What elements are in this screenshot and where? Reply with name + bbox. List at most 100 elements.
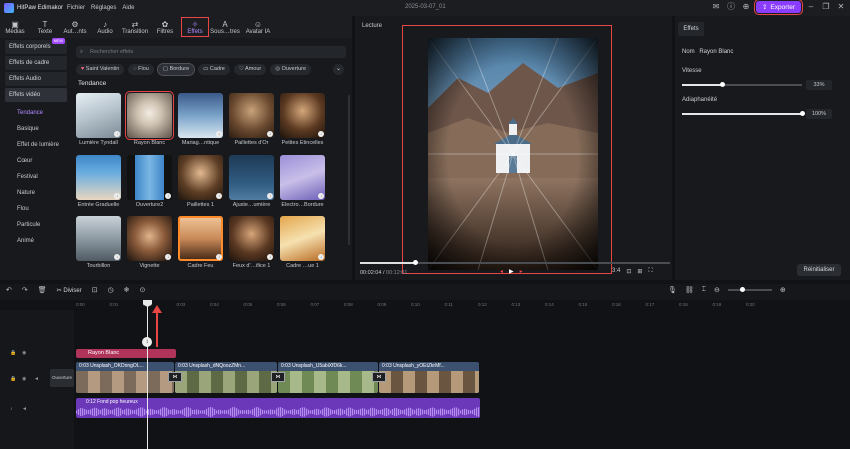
- effect-card-paillettes-dor[interactable]: ↓ Paillettes d'Or: [229, 93, 274, 146]
- transition-marker[interactable]: ⋈: [168, 372, 182, 382]
- eye-icon[interactable]: ◉: [22, 376, 26, 382]
- subcategory-basique[interactable]: Basique: [5, 121, 67, 137]
- transition-ouverture[interactable]: Ouverture: [50, 369, 74, 387]
- grid-icon[interactable]: ⊞: [637, 268, 642, 275]
- menu-aide[interactable]: Aide: [122, 5, 134, 11]
- effect-card-entree-graduelle[interactable]: ↓ Entrée Graduelle: [76, 155, 121, 208]
- opacity-knob[interactable]: [800, 111, 805, 116]
- subcategory-tendance[interactable]: Tendance: [5, 105, 67, 121]
- tool-audio[interactable]: ♪ Audio: [90, 16, 120, 38]
- category-effets-video[interactable]: Effets vidéo: [5, 88, 67, 102]
- audio-clip[interactable]: 0:12 Fond pop heureux: [76, 398, 480, 418]
- playhead[interactable]: [147, 300, 148, 449]
- close-icon[interactable]: ✕: [836, 2, 846, 12]
- prev-frame-icon[interactable]: ◂: [500, 268, 503, 275]
- opacity-slider[interactable]: [682, 111, 805, 116]
- effect-card-cadre-feu[interactable]: ↓ Cadre Feu: [178, 216, 223, 269]
- mic-icon[interactable]: 🎙: [668, 286, 677, 294]
- speed-value[interactable]: 33%: [806, 80, 832, 90]
- transition-marker[interactable]: ⋈: [271, 372, 285, 382]
- link-icon[interactable]: ⛓: [685, 286, 694, 294]
- video-clip[interactable]: 0:03 Unsplash_OKDnngOL...: [76, 362, 174, 393]
- effects-search-input[interactable]: ⌕ Rechercher effets: [76, 46, 346, 58]
- lock-icon[interactable]: 🔒: [10, 350, 16, 356]
- aspect-ratio[interactable]: 3:4: [612, 268, 620, 275]
- category-effets-audio[interactable]: Effets Audio: [5, 72, 67, 86]
- download-icon[interactable]: ⊕: [741, 2, 751, 12]
- play-icon[interactable]: ▶: [509, 268, 514, 275]
- effects-scrollbar[interactable]: [348, 95, 350, 245]
- message-icon[interactable]: ✉: [711, 2, 721, 12]
- effect-card-feux-dartifice-1[interactable]: ↓ Feux d'…ifice 1: [229, 216, 274, 269]
- minimize-icon[interactable]: –: [806, 2, 816, 12]
- menu-fichier[interactable]: Fichier: [67, 5, 85, 11]
- effect-card-paillettes-1[interactable]: ↓ Paillettes 1: [178, 155, 223, 208]
- speed-slider[interactable]: [682, 82, 802, 87]
- export-button[interactable]: ⇪ Exporter: [753, 0, 804, 15]
- tool-sous-titres[interactable]: A Sous…tres: [210, 16, 240, 38]
- effect-card-mariage-romantique[interactable]: ↓ Mariag…ntique: [178, 93, 223, 146]
- lock-icon[interactable]: 🔒: [10, 376, 16, 382]
- tool-filtres[interactable]: ✿ Filtres: [150, 16, 180, 38]
- menu-reglages[interactable]: Réglages: [91, 5, 116, 11]
- fullscreen-icon[interactable]: ⛶: [648, 268, 652, 275]
- timeline-ruler[interactable]: 0:000:010:020:030:040:050:060:070:080:09…: [76, 300, 850, 310]
- subcategory-flou[interactable]: Flou: [5, 201, 67, 217]
- chip-cadre[interactable]: ▭ Cadre: [198, 64, 230, 75]
- effect-card-cadre-1[interactable]: ↓ Cadre …ue 1: [280, 216, 325, 269]
- tool-effets[interactable]: ✧ Effets: [180, 16, 210, 38]
- effect-card-vignette[interactable]: ↓ Vignette: [127, 216, 172, 269]
- reset-button[interactable]: Réinitialiser: [797, 264, 841, 276]
- chip-flou[interactable]: ◌ Flou: [128, 64, 154, 75]
- audio-mute-icon[interactable]: ◄: [34, 376, 39, 382]
- subcategory-anime[interactable]: Animé: [5, 233, 67, 249]
- maximize-icon[interactable]: ❐: [821, 2, 831, 12]
- tool-avatar-ia[interactable]: ☺ Avatar IA: [240, 16, 276, 38]
- effect-card-electro-bordure[interactable]: ↓ Électro…Bordure: [280, 155, 325, 208]
- video-clip[interactable]: 0:03 Unsplash_yOEtZkrMf...: [379, 362, 479, 393]
- video-clip[interactable]: 0:03 Unsplash_U5abiXfD6k...: [278, 362, 378, 393]
- tab-effets[interactable]: Effets: [678, 22, 704, 36]
- crop-icon[interactable]: ⊡: [626, 268, 631, 275]
- progress-knob[interactable]: [413, 260, 418, 265]
- volume-icon[interactable]: ◄: [22, 406, 27, 412]
- chip-ouverture[interactable]: ◎ Ouverture: [270, 64, 312, 75]
- redo-icon[interactable]: ↷: [22, 286, 28, 294]
- subcategory-nature[interactable]: Nature: [5, 185, 67, 201]
- zoom-in-icon[interactable]: ⊕: [780, 286, 786, 294]
- effect-clip[interactable]: Rayon Blanc: [76, 349, 176, 358]
- effect-card-petites-etincelles[interactable]: ↓ Petites Étincelles: [280, 93, 325, 146]
- opacity-value[interactable]: 100%: [806, 109, 832, 119]
- subcategory-effet-de-lumiere[interactable]: Effet de lumière: [5, 137, 67, 153]
- effect-card-ouverture2[interactable]: ↓ Ouverture2: [127, 155, 172, 208]
- zoom-slider[interactable]: [727, 287, 772, 292]
- transition-marker[interactable]: ⋈: [372, 372, 386, 382]
- tool-auto[interactable]: ⚙ Aut…nts: [60, 16, 90, 38]
- music-icon[interactable]: ♪: [10, 406, 13, 412]
- video-clip[interactable]: 0:03 Unsplash_dNQoozZMn...: [175, 362, 277, 393]
- eye-icon[interactable]: ◉: [22, 350, 26, 356]
- tool-transition[interactable]: ⇄ Transition: [120, 16, 150, 38]
- chips-more-button[interactable]: ⌄: [333, 64, 344, 75]
- crop-tool-icon[interactable]: ⊡: [92, 286, 98, 294]
- playback-progress[interactable]: [360, 260, 670, 265]
- subcategory-festival[interactable]: Festival: [5, 169, 67, 185]
- info-icon[interactable]: ⓘ: [726, 2, 736, 12]
- delete-icon[interactable]: 🗑: [38, 286, 47, 294]
- tool-texte[interactable]: T Texte: [30, 16, 60, 38]
- subcategory-particule[interactable]: Particule: [5, 217, 67, 233]
- tool-medias[interactable]: ▣ Médias: [0, 16, 30, 38]
- snap-icon[interactable]: ⌶: [702, 286, 706, 294]
- undo-icon[interactable]: ↶: [6, 286, 12, 294]
- chip-saint-valentin[interactable]: ♥ Saint Valentin: [76, 64, 125, 75]
- next-frame-icon[interactable]: ▸: [520, 268, 523, 275]
- freeze-icon[interactable]: ❄: [124, 286, 130, 294]
- chip-amour[interactable]: ♡ Amour: [233, 64, 267, 75]
- effect-card-lumiere-tyndall[interactable]: ↓ Lumière Tyndall: [76, 93, 121, 146]
- effect-card-ajustement-lumiere[interactable]: ↓ Ajuste…umière: [229, 155, 274, 208]
- chip-bordure[interactable]: ▢ Bordure: [156, 63, 196, 76]
- effect-card-tourbillon[interactable]: ↓ Tourbillon: [76, 216, 121, 269]
- category-effets-de-cadre[interactable]: Effets de cadre: [5, 56, 67, 70]
- speed-tool-icon[interactable]: ◷: [108, 286, 114, 294]
- category-effets-corporels[interactable]: Effets corporels NEW: [5, 38, 67, 54]
